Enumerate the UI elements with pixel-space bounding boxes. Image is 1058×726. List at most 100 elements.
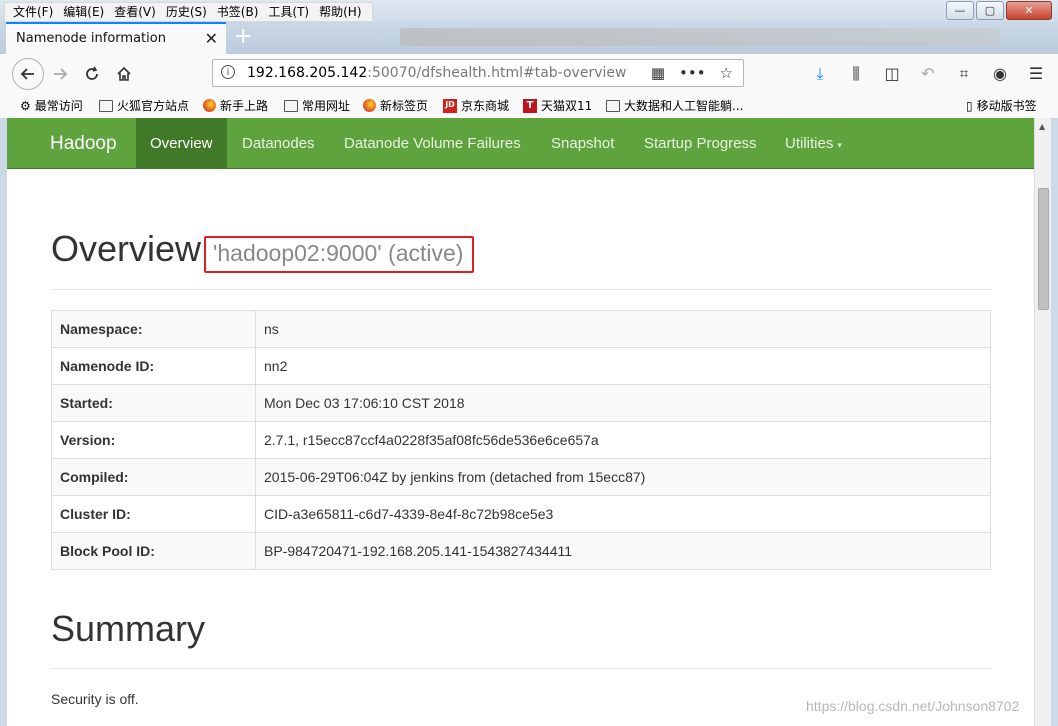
site-info-icon[interactable]: i bbox=[221, 65, 235, 79]
qr-code-icon[interactable]: ▦ bbox=[651, 64, 665, 82]
window-frame-left bbox=[0, 118, 7, 726]
menu-help[interactable]: 帮助(H) bbox=[315, 3, 367, 21]
toolbar-right: ⤓ ⫼ ◫ ↶ ⌗ ◉ ☰ bbox=[810, 64, 1046, 84]
row-key: Namenode ID: bbox=[51, 347, 256, 385]
row-key: Block Pool ID: bbox=[51, 532, 256, 570]
tab-strip: Namenode information ✕ + bbox=[0, 22, 1058, 54]
url-text: 192.168.205.142:50070/dfshealth.html#tab… bbox=[247, 65, 626, 81]
nav-snapshot[interactable]: Snapshot bbox=[537, 118, 628, 169]
row-value: CID-a3e65811-c6d7-4339-8e4f-8c72b98ce5e3 bbox=[255, 495, 991, 533]
bookmark-firefox-official[interactable]: 火狐官方站点 bbox=[99, 97, 189, 114]
url-bar[interactable]: i 192.168.205.142:50070/dfshealth.html#t… bbox=[212, 59, 744, 87]
mobile-icon: ▯ bbox=[966, 98, 973, 113]
url-host: 192.168.205.142 bbox=[247, 65, 368, 81]
bookmark-getting-started[interactable]: 新手上路 bbox=[203, 97, 268, 114]
bookmark-most-visited[interactable]: ⚙ 最常访问 bbox=[20, 97, 83, 114]
nav-utilities[interactable]: Utilities ▾ bbox=[771, 118, 856, 169]
watermark: https://blog.csdn.net/Johnson8702 bbox=[806, 698, 1020, 714]
security-status: Security is off. bbox=[51, 691, 139, 707]
page-actions-icon[interactable]: ••• bbox=[679, 64, 706, 82]
hamburger-menu-icon[interactable]: ☰ bbox=[1026, 64, 1046, 84]
browser-window: 文件(F) 编辑(E) 查看(V) 历史(S) 书签(B) 工具(T) 帮助(H… bbox=[0, 0, 1058, 726]
maximize-button[interactable]: ▢ bbox=[976, 1, 1004, 20]
overview-heading: Overview bbox=[51, 228, 202, 269]
row-key: Started: bbox=[51, 384, 256, 422]
menu-view[interactable]: 查看(V) bbox=[110, 3, 162, 21]
new-tab-icon[interactable]: + bbox=[234, 25, 252, 49]
row-key: Cluster ID: bbox=[51, 495, 256, 533]
home-icon[interactable] bbox=[110, 60, 138, 88]
row-value: ns bbox=[255, 310, 991, 348]
menu-bookmarks[interactable]: 书签(B) bbox=[213, 3, 265, 21]
screenshot-crop-icon[interactable]: ⌗ bbox=[954, 64, 974, 84]
menu-history[interactable]: 历史(S) bbox=[162, 3, 213, 21]
bookmark-label: 新手上路 bbox=[220, 99, 269, 113]
jd-logo-icon: JD bbox=[443, 98, 457, 113]
folder-icon bbox=[606, 99, 620, 112]
row-value: BP-984720471-192.168.205.141-15438274344… bbox=[255, 532, 991, 570]
row-value: Mon Dec 03 17:06:10 CST 2018 bbox=[255, 384, 991, 422]
row-key: Compiled: bbox=[51, 458, 256, 496]
folder-icon bbox=[99, 99, 113, 112]
caret-down-icon: ▾ bbox=[837, 140, 842, 150]
row-value: 2.7.1, r15ecc87ccf4a0228f35af08fc56de536… bbox=[255, 421, 991, 459]
bookmark-label: 新标签页 bbox=[380, 99, 429, 113]
page-scrollbar[interactable]: ▲ bbox=[1034, 118, 1052, 726]
forward-icon[interactable] bbox=[46, 60, 74, 88]
menu-file[interactable]: 文件(F) bbox=[9, 3, 59, 21]
download-icon[interactable]: ⤓ bbox=[810, 64, 830, 84]
menu-items: 文件(F) 编辑(E) 查看(V) 历史(S) 书签(B) 工具(T) 帮助(H… bbox=[4, 2, 373, 22]
bookmark-mobile[interactable]: ▯ 移动版书签 bbox=[966, 97, 1037, 114]
hadoop-navbar: Hadoop Overview Datanodes Datanode Volum… bbox=[7, 118, 1034, 169]
tab-namenode-information[interactable]: Namenode information ✕ bbox=[6, 22, 226, 54]
summary-heading: Summary bbox=[51, 608, 206, 649]
nav-datanode-volume-failures[interactable]: Datanode Volume Failures bbox=[330, 118, 535, 169]
nav-toolbar: i 192.168.205.142:50070/dfshealth.html#t… bbox=[0, 54, 1058, 93]
scroll-up-icon[interactable]: ▲ bbox=[1039, 122, 1045, 131]
overview-table: Namespace: ns Namenode ID: nn2 Started: Mon… bbox=[51, 310, 991, 570]
menu-tools[interactable]: 工具(T) bbox=[264, 3, 315, 21]
tab-close-icon[interactable]: ✕ bbox=[205, 29, 218, 48]
bookmark-tmall[interactable]: T 天猫双11 bbox=[523, 97, 592, 114]
menu-bar: 文件(F) 编辑(E) 查看(V) 历史(S) 书签(B) 工具(T) 帮助(H… bbox=[0, 0, 1058, 22]
bookmark-new-tab[interactable]: 新标签页 bbox=[363, 97, 428, 114]
back-icon[interactable] bbox=[12, 58, 44, 90]
bookmark-jd[interactable]: JD 京东商城 bbox=[443, 97, 509, 114]
table-row: Started: Mon Dec 03 17:06:10 CST 2018 bbox=[51, 384, 991, 422]
divider bbox=[51, 668, 991, 669]
scrollbar-thumb[interactable] bbox=[1038, 188, 1049, 310]
divider bbox=[51, 289, 991, 290]
bookmark-label: 大数据和人工智能躺... bbox=[624, 99, 744, 113]
sidebar-icon[interactable]: ◫ bbox=[882, 64, 902, 84]
brand-logo[interactable]: Hadoop bbox=[50, 133, 117, 155]
reload-icon[interactable] bbox=[78, 60, 106, 88]
nav-datanodes[interactable]: Datanodes bbox=[228, 118, 329, 169]
bookmark-star-icon[interactable]: ☆ bbox=[720, 64, 733, 82]
library-icon[interactable]: ⫼ bbox=[846, 64, 866, 84]
nav-overview[interactable]: Overview bbox=[136, 118, 227, 169]
bookmark-label: 火狐官方站点 bbox=[117, 99, 190, 113]
bookmark-label: 常用网址 bbox=[302, 99, 351, 113]
window-controls: — ▢ ✕ bbox=[946, 1, 1052, 20]
chat-icon[interactable]: ◉ bbox=[990, 64, 1010, 84]
blurred-background bbox=[400, 28, 1000, 46]
menu-edit[interactable]: 编辑(E) bbox=[59, 3, 110, 21]
minimize-button[interactable]: — bbox=[946, 1, 974, 20]
close-window-button[interactable]: ✕ bbox=[1006, 1, 1052, 20]
bookmarks-bar: ⚙ 最常访问 火狐官方站点 新手上路 常用网址 新标签页 JD 京东商城 T 天猫双1… bbox=[0, 92, 1058, 119]
row-value: 2015-06-29T06:04Z by jenkins from (detac… bbox=[255, 458, 991, 496]
table-row: Compiled: 2015-06-29T06:04Z by jenkins fr… bbox=[51, 458, 991, 496]
bookmark-label: 京东商城 bbox=[461, 99, 510, 113]
table-row: Namenode ID: nn2 bbox=[51, 347, 991, 385]
window-frame-right bbox=[1051, 118, 1058, 726]
bookmark-bigdata-ai[interactable]: 大数据和人工智能躺... bbox=[606, 97, 743, 114]
bookmark-label: 移动版书签 bbox=[976, 99, 1037, 113]
nav-startup-progress[interactable]: Startup Progress bbox=[630, 118, 771, 169]
firefox-icon bbox=[363, 99, 376, 112]
bookmark-common-sites[interactable]: 常用网址 bbox=[284, 97, 350, 114]
nav-utilities-label: Utilities bbox=[785, 135, 834, 152]
url-actions: ▦ ••• ☆ bbox=[651, 64, 733, 82]
row-value: nn2 bbox=[255, 347, 991, 385]
row-key: Version: bbox=[51, 421, 256, 459]
undo-icon[interactable]: ↶ bbox=[918, 64, 938, 84]
